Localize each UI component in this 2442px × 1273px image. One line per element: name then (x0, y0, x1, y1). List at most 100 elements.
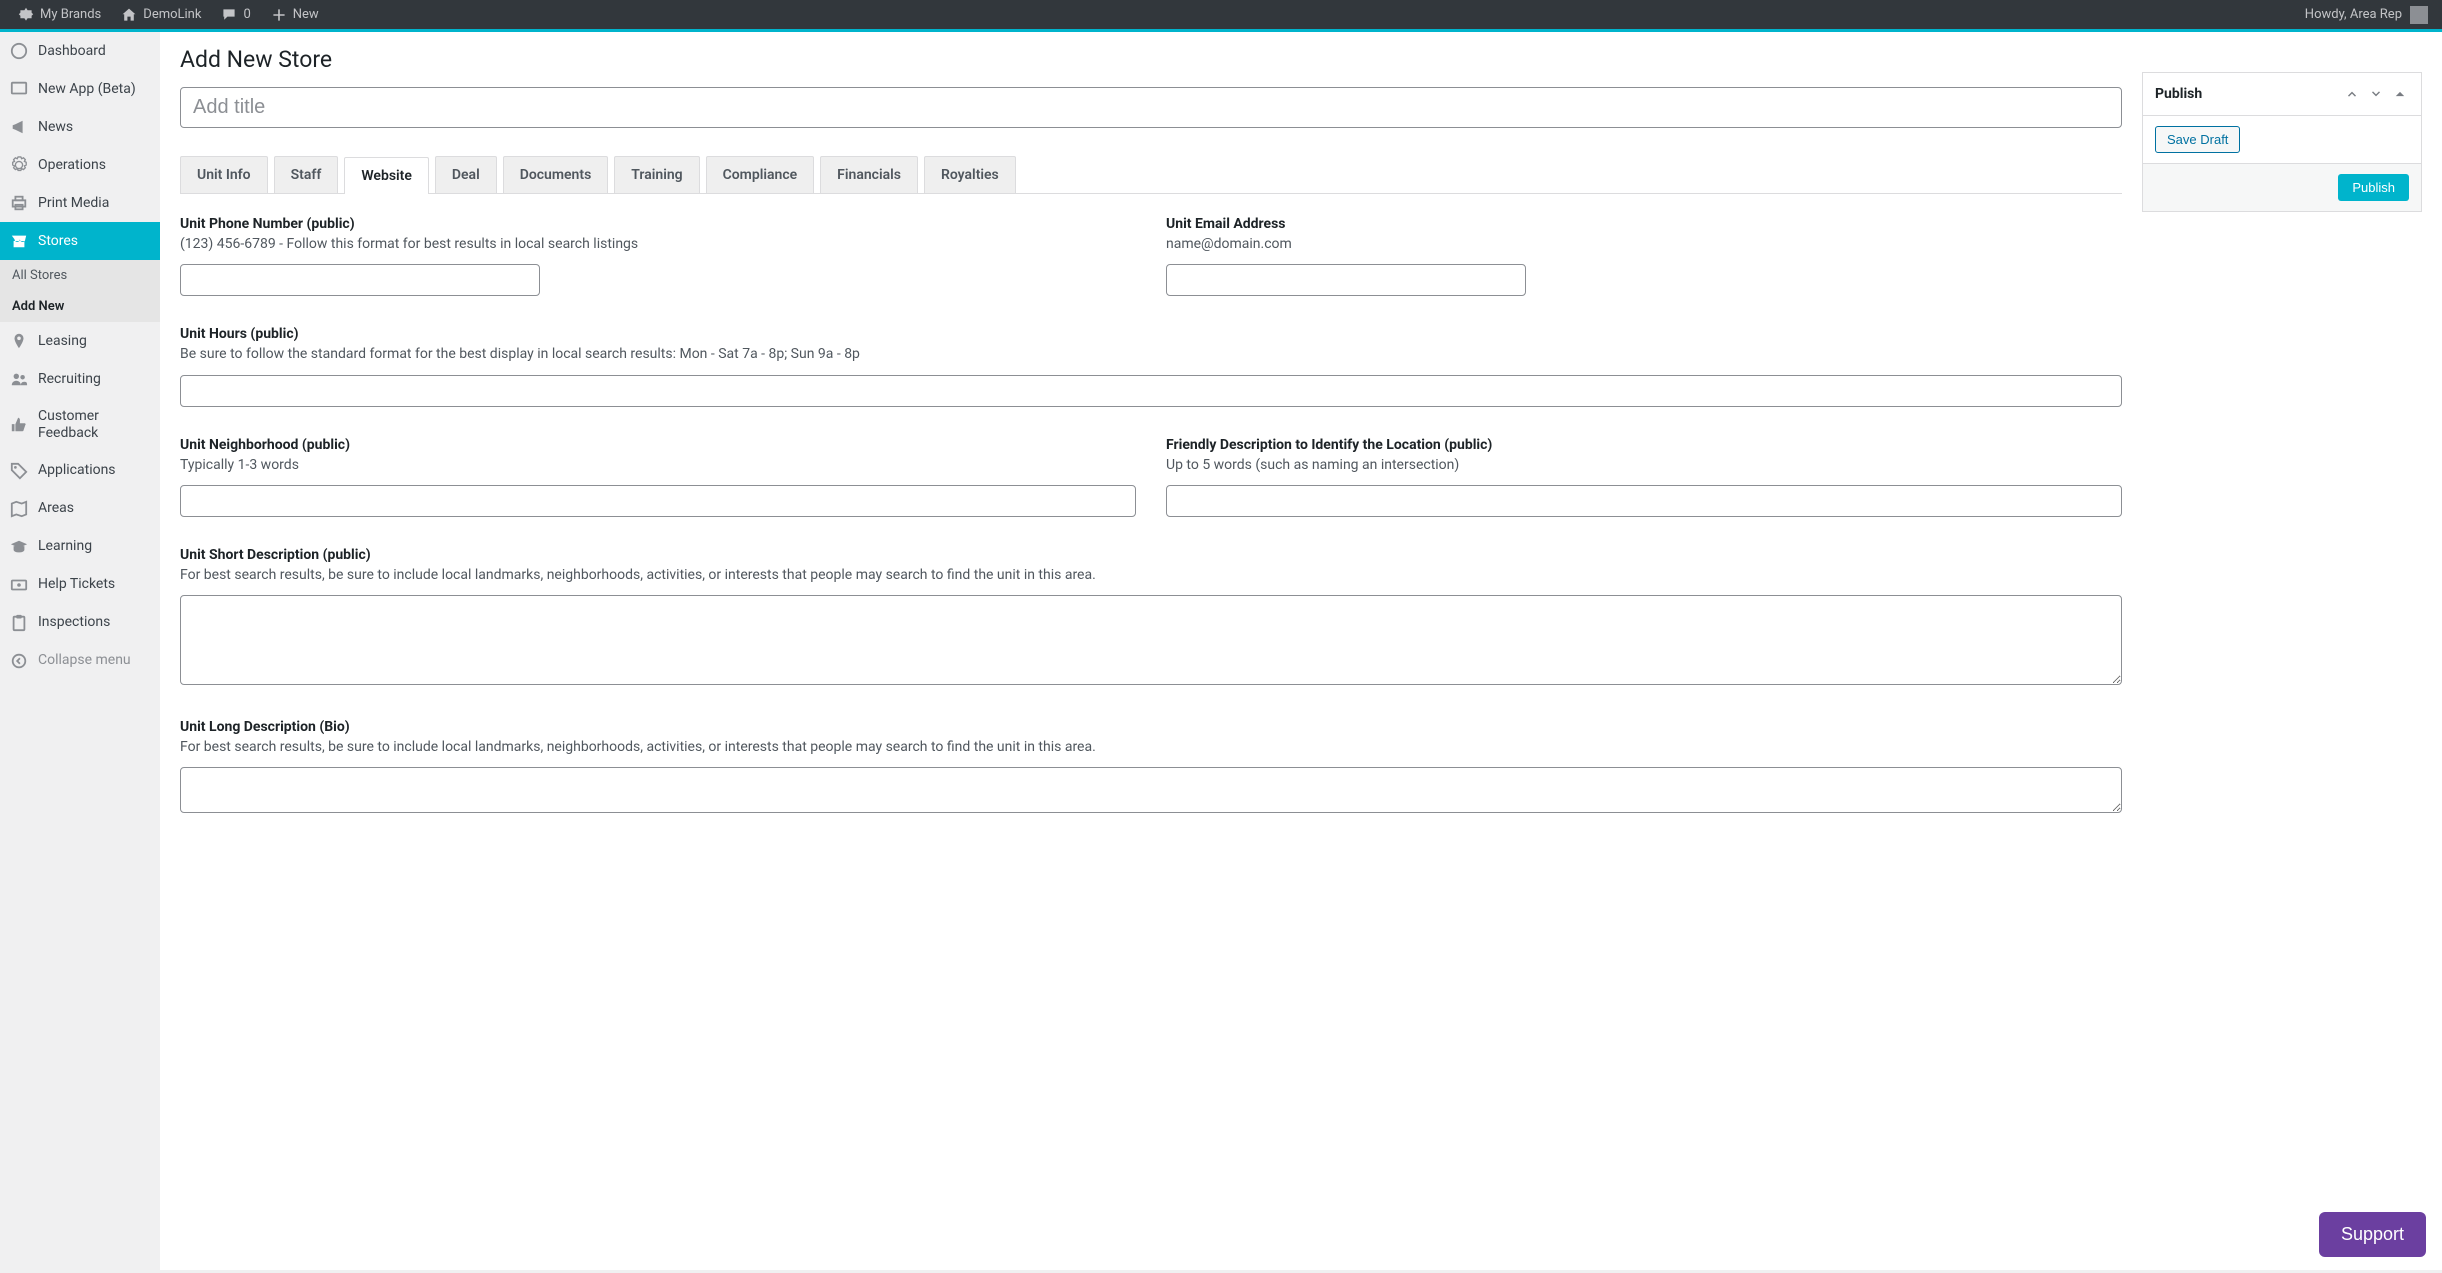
sidebar-item-label: Print Media (38, 195, 109, 212)
sidebar-item-label: Dashboard (38, 43, 106, 60)
publish-panel-title: Publish (2155, 86, 2343, 102)
my-brands-link[interactable]: My Brands (8, 0, 111, 31)
save-draft-button[interactable]: Save Draft (2155, 126, 2240, 153)
sidebar-item-label: Collapse menu (38, 652, 131, 669)
sidebar-item-dashboard[interactable]: Dashboard (0, 32, 160, 70)
sidebar-item-applications[interactable]: Applications (0, 452, 160, 490)
sidebar-item-help-tickets[interactable]: Help Tickets (0, 566, 160, 604)
tab-compliance[interactable]: Compliance (706, 156, 815, 193)
tag-icon (10, 462, 28, 480)
gear-icon (10, 156, 28, 174)
field-label-email: Unit Email Address (1166, 216, 2122, 232)
print-icon (10, 194, 28, 212)
field-help-long-desc: For best search results, be sure to incl… (180, 737, 2122, 757)
tab-deal[interactable]: Deal (435, 156, 497, 193)
field-help-short-desc: For best search results, be sure to incl… (180, 565, 2122, 585)
field-label-long-desc: Unit Long Description (Bio) (180, 719, 2122, 735)
sidebar-item-news[interactable]: News (0, 108, 160, 146)
my-brands-label: My Brands (40, 7, 101, 22)
sidebar-item-label: Areas (38, 500, 74, 517)
sidebar-item-label: New App (Beta) (38, 81, 136, 98)
tab-financials[interactable]: Financials (820, 156, 918, 193)
map-icon (10, 500, 28, 518)
sidebar-item-leasing[interactable]: Leasing (0, 322, 160, 360)
publish-panel-header: Publish (2143, 73, 2421, 116)
field-help-friendly: Up to 5 words (such as naming an interse… (1166, 455, 2122, 475)
sidebar-item-customer-feedback[interactable]: Customer Feedback (0, 398, 160, 452)
publish-panel: Publish Save Draft (2142, 72, 2422, 212)
hours-input[interactable] (180, 375, 2122, 407)
tab-staff[interactable]: Staff (274, 156, 339, 193)
new-link[interactable]: New (261, 0, 329, 31)
long-desc-textarea[interactable] (180, 767, 2122, 813)
publish-panel-body: Save Draft (2143, 116, 2421, 164)
field-help-phone: (123) 456-6789 - Follow this format for … (180, 234, 1136, 254)
email-input[interactable] (1166, 264, 1526, 296)
post-title-input[interactable] (180, 87, 2122, 128)
field-label-hours: Unit Hours (public) (180, 326, 2122, 342)
sidebar-item-areas[interactable]: Areas (0, 490, 160, 528)
tab-training[interactable]: Training (614, 156, 699, 193)
sidebar-sub-add-new[interactable]: Add New (0, 291, 160, 322)
sidebar-item-new-app[interactable]: New App (Beta) (0, 70, 160, 108)
megaphone-icon (10, 118, 28, 136)
publish-button[interactable]: Publish (2338, 174, 2409, 201)
sidebar-item-inspections[interactable]: Inspections (0, 604, 160, 642)
phone-input[interactable] (180, 264, 540, 296)
tab-unit-info[interactable]: Unit Info (180, 156, 268, 193)
sidebar-item-label: Stores (38, 233, 78, 250)
greeting-label: Howdy, Area Rep (2305, 7, 2402, 22)
sidebar-item-stores[interactable]: Stores (0, 222, 160, 260)
sidebar-item-label: Customer Feedback (38, 408, 150, 442)
sidebar-item-label: Inspections (38, 614, 110, 631)
field-label-short-desc: Unit Short Description (public) (180, 547, 2122, 563)
chevron-down-icon[interactable] (2367, 83, 2385, 105)
field-help-neighborhood: Typically 1-3 words (180, 455, 1136, 475)
website-form: Unit Phone Number (public) (123) 456-678… (180, 216, 2122, 817)
sidebar-sub-all-stores[interactable]: All Stores (0, 260, 160, 291)
comments-link[interactable]: 0 (211, 0, 260, 31)
sidebar-item-recruiting[interactable]: Recruiting (0, 360, 160, 398)
collapse-icon (10, 652, 28, 670)
sidebar-item-print-media[interactable]: Print Media (0, 184, 160, 222)
site-link[interactable]: DemoLink (111, 0, 211, 31)
field-label-neighborhood: Unit Neighborhood (public) (180, 437, 1136, 453)
tab-documents[interactable]: Documents (503, 156, 609, 193)
clipboard-icon (10, 614, 28, 632)
sidebar-item-label: Help Tickets (38, 576, 115, 593)
graduation-icon (10, 538, 28, 556)
support-button[interactable]: Support (2319, 1212, 2426, 1257)
panel-toggle-icon[interactable] (2391, 83, 2409, 105)
sidebar-item-operations[interactable]: Operations (0, 146, 160, 184)
field-label-phone: Unit Phone Number (public) (180, 216, 1136, 232)
topbar-right[interactable]: Howdy, Area Rep (2305, 6, 2434, 24)
friendly-desc-input[interactable] (1166, 485, 2122, 517)
avatar (2410, 6, 2428, 24)
sidebar-item-label: Recruiting (38, 371, 101, 388)
chevron-up-icon[interactable] (2343, 83, 2361, 105)
main-content: Add New Store Unit Info Staff Website De… (160, 32, 2442, 1270)
comment-icon (221, 7, 237, 23)
sidebar-collapse[interactable]: Collapse menu (0, 642, 160, 680)
sidebar-item-label: News (38, 119, 73, 136)
tab-royalties[interactable]: Royalties (924, 156, 1016, 193)
page-title: Add New Store (180, 46, 2122, 73)
neighborhood-input[interactable] (180, 485, 1136, 517)
tab-website[interactable]: Website (344, 157, 429, 194)
store-icon (10, 232, 28, 250)
sidebar-item-learning[interactable]: Learning (0, 528, 160, 566)
dashboard-icon (10, 42, 28, 60)
short-desc-textarea[interactable] (180, 595, 2122, 685)
field-label-friendly: Friendly Description to Identify the Loc… (1166, 437, 2122, 453)
site-name-label: DemoLink (143, 7, 201, 22)
sidebar-item-label: Operations (38, 157, 106, 174)
publish-panel-footer: Publish (2143, 164, 2421, 211)
pin-icon (10, 332, 28, 350)
brands-icon (18, 7, 34, 23)
ticket-icon (10, 576, 28, 594)
sidebar-submenu-stores: All Stores Add New (0, 260, 160, 322)
app-icon (10, 80, 28, 98)
field-help-email: name@domain.com (1166, 234, 2122, 254)
sidebar-item-label: Leasing (38, 333, 87, 350)
home-icon (121, 7, 137, 23)
